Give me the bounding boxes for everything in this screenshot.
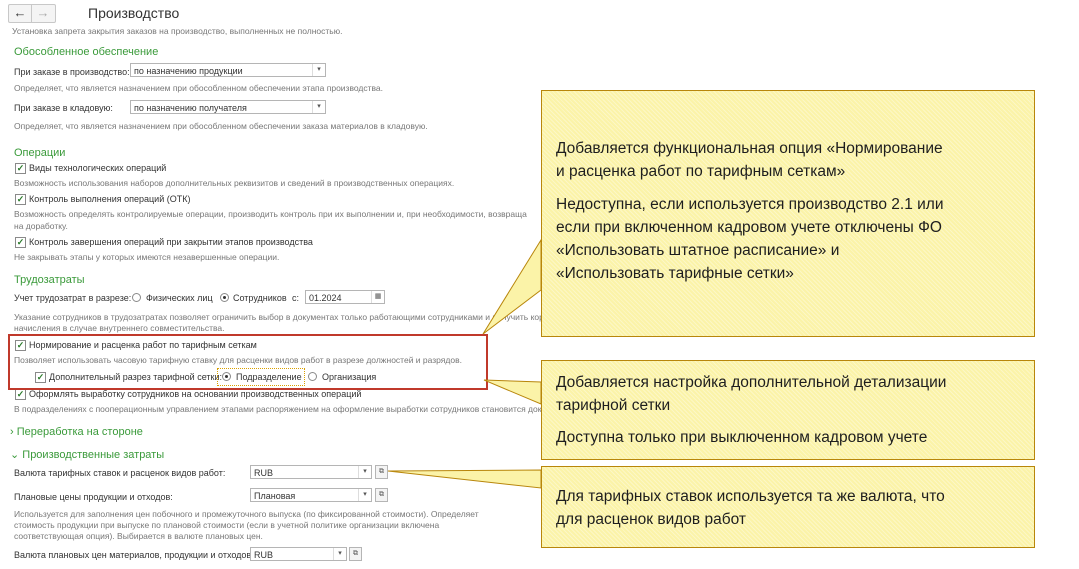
callout-3-line-2: для расценок видов работ [556,511,746,528]
callout-3-line-1: Для тарифных ставок используется та же в… [556,488,945,505]
pointer-2 [483,379,542,405]
callout-1-line-1: Добавляется функциональная опция «Нормир… [556,140,943,157]
callout-currency: Для тарифных ставок используется та же в… [541,466,1035,548]
callout-2-line-2: тарифной сетки [556,397,671,414]
callout-2-line-3: Доступна только при выключенном кадровом… [556,429,928,446]
callout-extra-cut: Добавляется настройка дополнительной дет… [541,360,1035,460]
callout-rating-option: Добавляется функциональная опция «Нормир… [541,90,1035,337]
callout-1-line-2: и расценка работ по тарифным сеткам» [556,163,846,180]
pointer-1 [482,238,542,335]
callout-1-line-5: «Использовать штатное расписание» и [556,242,840,259]
callout-2-line-1: Добавляется настройка дополнительной дет… [556,374,947,391]
callout-1-line-3: Недоступна, если используется производст… [556,196,944,213]
callout-1-line-6: «Использовать тарифные сетки» [556,265,794,282]
callout-1-line-4: если при включенном кадровом учете отклю… [556,219,942,236]
pointer-3 [387,469,542,489]
